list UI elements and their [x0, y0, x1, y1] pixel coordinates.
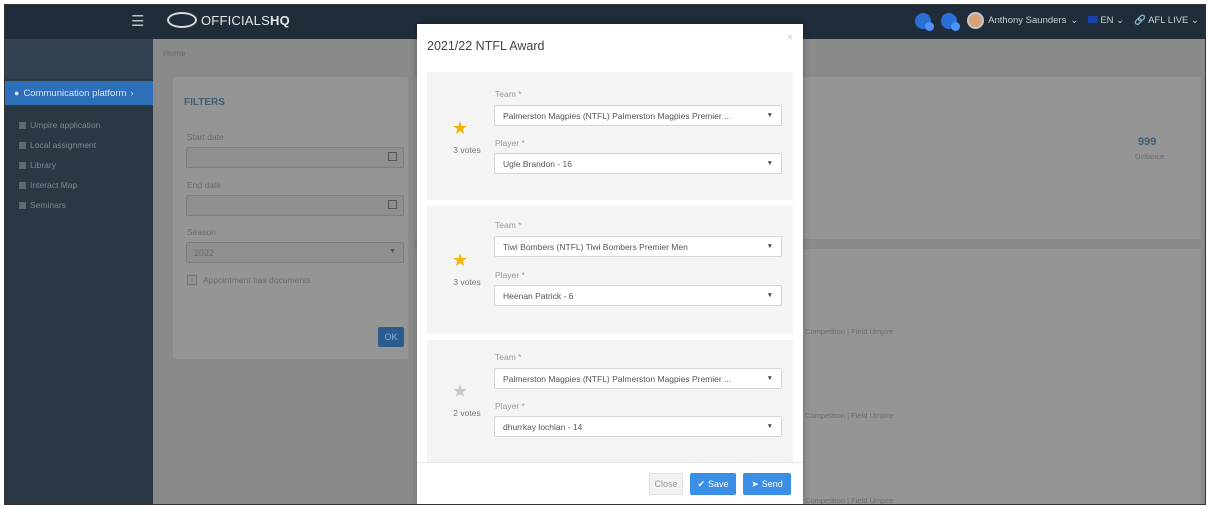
chevron-right-icon: ›: [130, 87, 134, 99]
caret-down-icon: ▼: [766, 160, 773, 167]
ok-button[interactable]: OK: [378, 327, 404, 347]
item-icon: [19, 161, 26, 169]
list-item: Competition | Field Umpire: [805, 327, 894, 336]
navbar-right: Anthony Saunders ⌄ EN ⌄ 🔗 AFL LIVE ⌄: [915, 12, 1199, 31]
logo-text: OFFICIALSHQ: [201, 12, 290, 28]
calendar-icon[interactable]: [388, 200, 397, 209]
modal-footer: Close ✔ Save ➤ Send: [417, 462, 803, 504]
sidebar: ● Communication platform › Umpire applic…: [5, 39, 153, 504]
team-label: Team *: [495, 352, 522, 362]
sidebar-item-umpire-application[interactable]: Umpire application: [19, 118, 149, 132]
documents-filter[interactable]: Appointment has documents: [187, 275, 311, 285]
caret-down-icon: ▼: [766, 112, 773, 119]
distance-value: 999: [1138, 136, 1157, 148]
chat-icon[interactable]: [915, 12, 935, 31]
award-entry: ★ 3 votes Team * Palmerston Magpies (NTF…: [427, 72, 793, 200]
caret-down-icon: ▼: [766, 423, 773, 430]
player-label: Player *: [495, 138, 525, 148]
team-label: Team *: [495, 220, 522, 230]
item-icon: [19, 121, 26, 129]
team-select[interactable]: Tiwi Bombers (NTFL) Tiwi Bombers Premier…: [494, 236, 782, 257]
filters-title: FILTERS: [184, 97, 225, 108]
end-date-label: End date: [187, 180, 222, 190]
chevron-down-icon: ⌄: [1070, 15, 1079, 26]
platform-selector[interactable]: 🔗 AFL LIVE ⌄: [1134, 15, 1199, 26]
star-icon[interactable]: ★: [452, 382, 468, 400]
chat-bubbles-icon: ●: [14, 88, 20, 98]
award-entry: ★ 3 votes Team * Tiwi Bombers (NTFL) Tiw…: [427, 206, 793, 334]
end-date-input[interactable]: [186, 195, 404, 216]
modal-body: ★ 3 votes Team * Palmerston Magpies (NTF…: [427, 72, 793, 462]
player-select[interactable]: dhurrkay lochlan - 14 ▼: [494, 416, 782, 437]
whistle-logo-icon: [167, 12, 197, 28]
app-logo[interactable]: OFFICIALSHQ: [167, 12, 290, 28]
list-item: Competition | Field Umpire: [805, 496, 894, 505]
caret-down-icon: ▼: [766, 375, 773, 382]
caret-down-icon: ▼: [766, 292, 773, 299]
calendar-icon[interactable]: [388, 152, 397, 161]
award-modal: 2021/22 NTFL Award × ★ 3 votes Team * Pa…: [417, 24, 803, 504]
flag-icon: [1088, 16, 1099, 23]
player-label: Player *: [495, 270, 525, 280]
messages-icon[interactable]: [941, 12, 961, 31]
award-entry: ★ 2 votes Team * Palmerston Magpies (NTF…: [427, 340, 793, 462]
caret-down-icon: ▼: [389, 248, 396, 255]
sidebar-item-communication-platform[interactable]: ● Communication platform ›: [5, 81, 153, 105]
save-button[interactable]: ✔ Save: [690, 473, 736, 495]
sidebar-header: [5, 39, 153, 79]
season-label: Season: [187, 227, 216, 237]
start-date-label: Start date: [187, 132, 224, 142]
team-select[interactable]: Palmerston Magpies (NTFL) Palmerston Mag…: [494, 368, 782, 389]
hamburger-icon[interactable]: ☰: [131, 14, 144, 29]
user-name: Anthony Saunders: [988, 15, 1067, 26]
documents-checkbox[interactable]: [187, 275, 197, 285]
start-date-input[interactable]: [186, 147, 404, 168]
user-menu[interactable]: Anthony Saunders ⌄: [967, 12, 1078, 29]
team-label: Team *: [495, 89, 522, 99]
distance-label: Distance: [1135, 152, 1165, 161]
player-label: Player *: [495, 401, 525, 411]
avatar: [967, 12, 985, 29]
star-icon[interactable]: ★: [452, 251, 468, 269]
language-selector[interactable]: EN ⌄: [1088, 15, 1124, 26]
paper-plane-icon: ➤: [751, 478, 759, 489]
sidebar-item-local-assignment[interactable]: Local assignment: [19, 138, 149, 152]
close-button[interactable]: Close: [649, 473, 683, 495]
caret-down-icon: ▼: [766, 243, 773, 250]
sidebar-item-library[interactable]: Library: [19, 158, 149, 172]
modal-title: 2021/22 NTFL Award: [427, 39, 545, 53]
list-item: Competition | Field Umpire: [805, 411, 894, 420]
sidebar-item-seminars[interactable]: Seminars: [19, 198, 149, 212]
season-select[interactable]: 2022 ▼: [186, 242, 404, 263]
player-select[interactable]: Ugle Brandon - 16 ▼: [494, 153, 782, 174]
player-select[interactable]: Heenan Patrick - 6 ▼: [494, 285, 782, 306]
close-icon[interactable]: ×: [787, 32, 793, 44]
item-icon: [19, 181, 26, 189]
send-button[interactable]: ➤ Send: [743, 473, 791, 495]
app-frame: ☰ OFFICIALSHQ Anthony Saunders ⌄ EN ⌄ 🔗 …: [4, 4, 1206, 505]
sidebar-item-interact-map[interactable]: Interact Map: [19, 178, 149, 192]
star-icon[interactable]: ★: [452, 119, 468, 137]
item-icon: [19, 201, 26, 209]
check-icon: ✔: [697, 478, 706, 489]
filters-card: [173, 77, 408, 359]
team-select[interactable]: Palmerston Magpies (NTFL) Palmerston Mag…: [494, 105, 782, 126]
item-icon: [19, 141, 26, 149]
breadcrumb[interactable]: Home: [163, 48, 186, 58]
